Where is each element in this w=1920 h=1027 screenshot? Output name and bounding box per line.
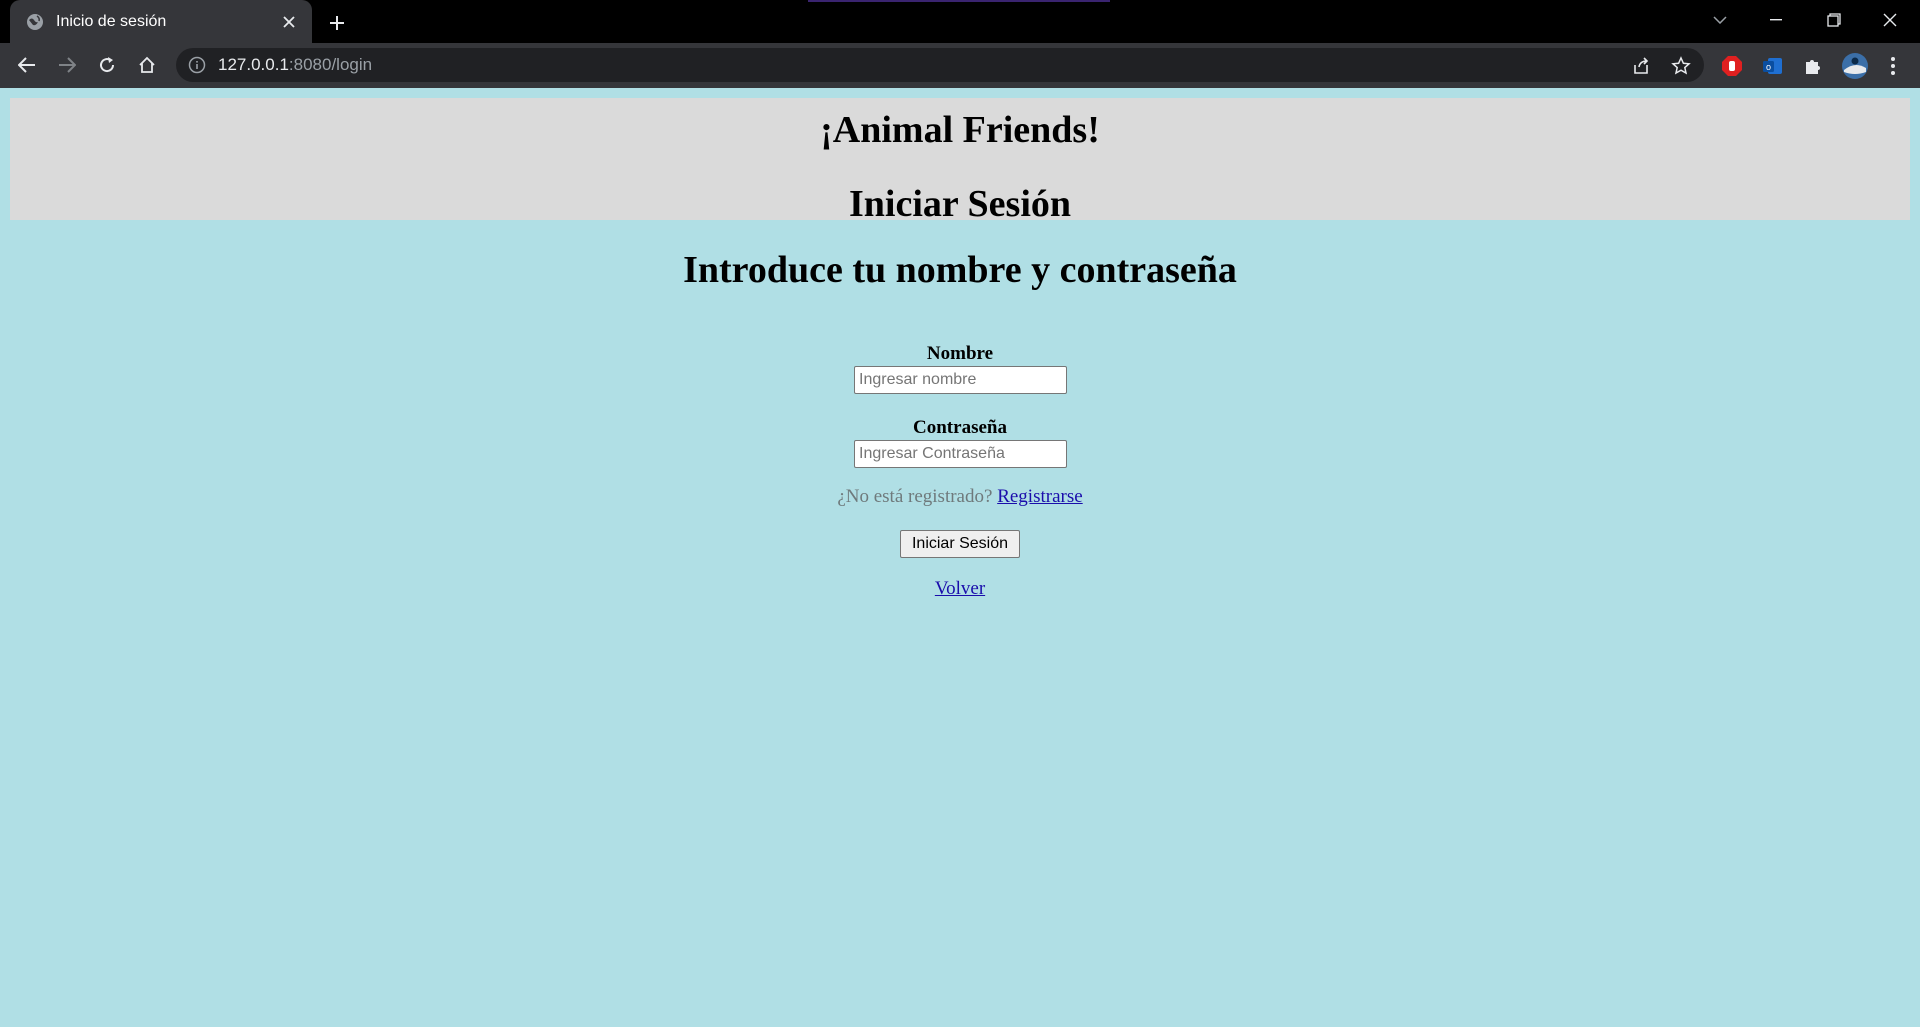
outlook-extension-icon[interactable]: o xyxy=(1761,54,1785,78)
extensions-puzzle-icon[interactable] xyxy=(1801,54,1825,78)
active-tab[interactable]: Inicio de sesión xyxy=(10,0,312,43)
login-button[interactable]: Iniciar Sesión xyxy=(900,530,1020,558)
forward-icon[interactable] xyxy=(50,48,84,82)
url-text: 127.0.0.1:8080/login xyxy=(218,55,372,75)
globe-icon xyxy=(27,13,43,30)
page-viewport: ¡Animal Friends! Iniciar Sesión Introduc… xyxy=(0,88,1920,1027)
share-icon[interactable] xyxy=(1631,56,1651,76)
intro-heading: Introduce tu nombre y contraseña xyxy=(683,249,1237,291)
browser-menu-icon[interactable] xyxy=(1881,54,1905,78)
back-icon[interactable] xyxy=(10,48,44,82)
name-input[interactable] xyxy=(854,366,1067,394)
url-path: :8080/login xyxy=(288,55,373,74)
register-link[interactable]: Registrarse xyxy=(997,486,1082,507)
password-input[interactable] xyxy=(854,440,1067,468)
new-tab-button[interactable] xyxy=(322,8,352,38)
home-icon[interactable] xyxy=(130,48,164,82)
restore-icon[interactable] xyxy=(1806,0,1862,40)
url-host: 127.0.0.1 xyxy=(218,55,289,74)
adblock-extension-icon[interactable] xyxy=(1720,54,1744,78)
tab-search-icon[interactable] xyxy=(1692,0,1748,40)
site-info-icon[interactable] xyxy=(188,56,206,74)
page-header: ¡Animal Friends! Iniciar Sesión xyxy=(10,98,1910,225)
tab-strip: Inicio de sesión xyxy=(0,0,1920,43)
minimize-icon[interactable] xyxy=(1748,0,1804,40)
close-tab-icon[interactable] xyxy=(278,11,300,33)
svg-text:o: o xyxy=(1766,62,1771,72)
browser-toolbar: 127.0.0.1:8080/login o xyxy=(0,43,1920,88)
address-bar[interactable]: 127.0.0.1:8080/login xyxy=(176,48,1704,82)
page-title: Iniciar Sesión xyxy=(848,183,1072,225)
password-label: Contraseña xyxy=(913,417,1007,438)
site-title: ¡Animal Friends! xyxy=(820,109,1100,151)
name-label: Nombre xyxy=(926,343,994,364)
tab-strip-accent xyxy=(808,0,1110,2)
tab-title: Inicio de sesión xyxy=(56,12,167,30)
back-link[interactable]: Volver xyxy=(935,578,985,599)
profile-avatar[interactable] xyxy=(1841,52,1869,80)
close-window-icon[interactable] xyxy=(1862,0,1918,40)
not-registered-text: ¿No está registrado? xyxy=(837,486,993,507)
register-prompt: ¿No está registrado? Registrarse xyxy=(0,486,1920,508)
bookmark-star-icon[interactable] xyxy=(1671,56,1691,76)
reload-icon[interactable] xyxy=(90,48,124,82)
back-link-container: Volver xyxy=(0,578,1920,600)
